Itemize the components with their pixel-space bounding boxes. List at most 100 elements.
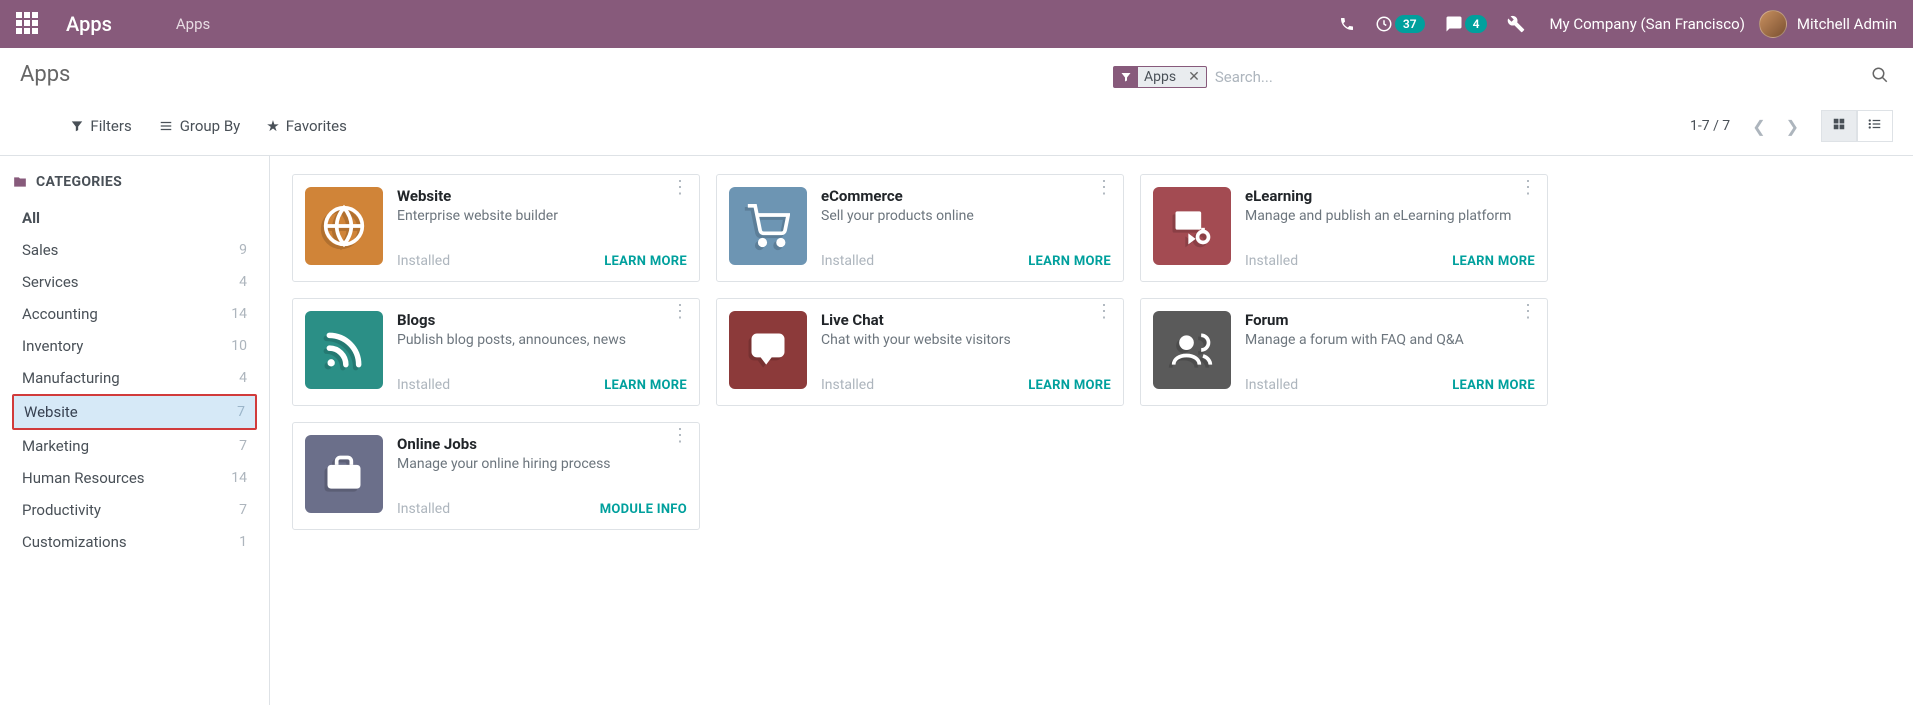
groupby-button[interactable]: Group By bbox=[158, 117, 241, 135]
category-accounting[interactable]: Accounting14 bbox=[12, 298, 257, 330]
app-card-jobs[interactable]: Online JobsManage your online hiring pro… bbox=[292, 422, 700, 530]
app-status: Installed bbox=[821, 377, 874, 393]
user-menu[interactable]: Mitchell Admin bbox=[1797, 15, 1897, 33]
company-selector[interactable]: My Company (San Francisco) bbox=[1549, 15, 1744, 33]
card-menu-icon[interactable]: ⋮ bbox=[1095, 185, 1113, 191]
favorites-button[interactable]: ★ Favorites bbox=[266, 117, 347, 135]
category-inventory[interactable]: Inventory 10 bbox=[12, 330, 257, 362]
card-menu-icon[interactable]: ⋮ bbox=[671, 309, 689, 315]
breadcrumb[interactable]: Apps bbox=[176, 15, 210, 33]
card-menu-icon[interactable]: ⋮ bbox=[1095, 309, 1113, 315]
app-link[interactable]: LEARN MORE bbox=[604, 254, 687, 269]
website-icon bbox=[305, 187, 383, 265]
pager[interactable]: 1-7 / 7 bbox=[1690, 118, 1730, 134]
discuss-badge: 4 bbox=[1465, 15, 1488, 33]
card-menu-icon[interactable]: ⋮ bbox=[1519, 185, 1537, 191]
category-manufacturing[interactable]: Manufacturing 4 bbox=[12, 362, 257, 394]
app-link[interactable]: LEARN MORE bbox=[1452, 254, 1535, 269]
category-human-resources[interactable]: Human Resources 14 bbox=[12, 462, 257, 494]
card-menu-icon[interactable]: ⋮ bbox=[671, 433, 689, 439]
category-label: Manufacturing bbox=[22, 369, 120, 387]
app-link[interactable]: LEARN MORE bbox=[1028, 378, 1111, 393]
category-label: Customizations bbox=[22, 533, 127, 551]
kanban-grid: WebsiteEnterprise website builderInstall… bbox=[270, 156, 1913, 705]
forum-icon bbox=[1153, 311, 1231, 389]
category-label: Marketing bbox=[22, 437, 89, 455]
category-marketing[interactable]: Marketing 7 bbox=[12, 430, 257, 462]
app-card-website[interactable]: WebsiteEnterprise website builderInstall… bbox=[292, 174, 700, 282]
app-link[interactable]: LEARN MORE bbox=[604, 378, 687, 393]
category-count: 14 bbox=[231, 470, 247, 486]
app-status: Installed bbox=[821, 253, 874, 269]
category-count: 7 bbox=[237, 404, 245, 420]
app-desc: Manage a forum with FAQ and Q&A bbox=[1245, 331, 1535, 349]
search-facet: Apps ✕ bbox=[1113, 66, 1207, 88]
card-menu-icon[interactable]: ⋮ bbox=[671, 185, 689, 191]
card-menu-icon[interactable]: ⋮ bbox=[1519, 309, 1537, 315]
pager-prev[interactable]: ❮ bbox=[1742, 111, 1775, 142]
category-count: 4 bbox=[239, 274, 247, 290]
category-label: Website bbox=[24, 403, 78, 421]
page-title: Apps bbox=[20, 62, 70, 87]
app-link[interactable]: MODULE INFO bbox=[600, 502, 687, 517]
app-card-livechat[interactable]: Live Chat Chat with your website visitors… bbox=[716, 298, 1124, 406]
category-productivity[interactable]: Productivity7 bbox=[12, 494, 257, 526]
app-desc: Manage and publish an eLearning platform bbox=[1245, 207, 1535, 225]
folder-icon bbox=[12, 175, 28, 189]
category-label: Sales bbox=[22, 241, 58, 259]
pager-next[interactable]: ❯ bbox=[1776, 111, 1809, 142]
category-services[interactable]: Services 4 bbox=[12, 266, 257, 298]
list-view-button[interactable] bbox=[1857, 110, 1893, 142]
sidebar-heading: CATEGORIES bbox=[12, 174, 257, 190]
category-customizations[interactable]: Customizations1 bbox=[12, 526, 257, 558]
category-label: All bbox=[22, 209, 40, 227]
tools-icon[interactable] bbox=[1507, 15, 1525, 33]
facet-remove[interactable]: ✕ bbox=[1182, 69, 1206, 85]
category-label: Inventory bbox=[22, 337, 83, 355]
facet-label: Apps bbox=[1138, 69, 1182, 85]
livechat-icon bbox=[729, 311, 807, 389]
phone-icon[interactable] bbox=[1339, 16, 1355, 32]
app-status: Installed bbox=[397, 501, 450, 517]
app-card-elearning[interactable]: eLearning Manage and publish an eLearning… bbox=[1140, 174, 1548, 282]
app-desc: Publish blog posts, announces, news bbox=[397, 331, 687, 349]
app-title: eLearning bbox=[1245, 187, 1535, 205]
app-title: Live Chat bbox=[821, 311, 1111, 329]
app-link[interactable]: LEARN MORE bbox=[1028, 254, 1111, 269]
app-title: Forum bbox=[1245, 311, 1535, 329]
avatar[interactable] bbox=[1759, 10, 1787, 38]
app-status: Installed bbox=[397, 253, 450, 269]
filters-button[interactable]: Filters bbox=[70, 117, 131, 135]
category-sales[interactable]: Sales 9 bbox=[12, 234, 257, 266]
main: CATEGORIES All Sales 9 Services 4 Accounting1… bbox=[0, 156, 1913, 705]
app-title: Website bbox=[397, 187, 687, 205]
activity-badge: 37 bbox=[1395, 15, 1425, 33]
app-card-ecommerce[interactable]: eCommerceSell your products onlineInstal… bbox=[716, 174, 1124, 282]
search-input[interactable] bbox=[1207, 62, 1867, 92]
category-count: 7 bbox=[239, 438, 247, 454]
brand-title[interactable]: Apps bbox=[66, 12, 112, 36]
category-count: 9 bbox=[239, 242, 247, 258]
discuss-icon[interactable]: 4 bbox=[1445, 15, 1488, 33]
sidebar: CATEGORIES All Sales 9 Services 4 Accounting1… bbox=[0, 156, 270, 705]
category-count: 4 bbox=[239, 370, 247, 386]
category-label: Human Resources bbox=[22, 469, 145, 487]
app-desc: Chat with your website visitors bbox=[821, 331, 1111, 349]
app-title: Online Jobs bbox=[397, 435, 687, 453]
jobs-icon bbox=[305, 435, 383, 513]
category-label: Services bbox=[22, 273, 79, 291]
activity-icon[interactable]: 37 bbox=[1375, 15, 1425, 33]
search-icon[interactable] bbox=[1867, 62, 1893, 92]
category-count: 14 bbox=[231, 306, 247, 322]
category-website[interactable]: Website 7 bbox=[12, 394, 257, 430]
app-desc: Sell your products online bbox=[821, 207, 1111, 225]
apps-menu-icon[interactable] bbox=[16, 12, 40, 36]
app-card-blogs[interactable]: BlogsPublish blog posts, announces, news… bbox=[292, 298, 700, 406]
category-all[interactable]: All bbox=[12, 202, 257, 234]
kanban-view-button[interactable] bbox=[1821, 110, 1857, 142]
control-panel: Apps Apps ✕ Filters Group By bbox=[0, 48, 1913, 156]
ecommerce-icon bbox=[729, 187, 807, 265]
category-count: 10 bbox=[231, 338, 247, 354]
app-link[interactable]: LEARN MORE bbox=[1452, 378, 1535, 393]
app-card-forum[interactable]: ForumManage a forum with FAQ and Q&AInst… bbox=[1140, 298, 1548, 406]
